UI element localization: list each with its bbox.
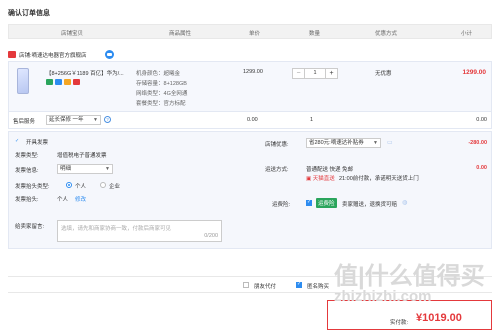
service-tag-icon bbox=[73, 79, 80, 85]
attr-color: 机身颜色：超曦金 bbox=[136, 71, 181, 77]
increase-button[interactable]: + bbox=[326, 69, 337, 78]
delivery-amount: 0.00 bbox=[476, 165, 487, 171]
invoice-edit-link[interactable]: 修改 bbox=[75, 195, 86, 203]
friend-pay-checkbox[interactable] bbox=[243, 282, 249, 288]
product-row: 【8+256G￥1189 百亿】华为/... 机身颜色：超曦金 存储容量：8+1… bbox=[8, 61, 492, 112]
invoice-header-value: 个人 bbox=[57, 197, 69, 203]
unit-price: 1299.00 bbox=[243, 69, 263, 75]
watermark-url: zhizhizhi.com bbox=[334, 288, 432, 305]
service-tag-icon bbox=[55, 79, 62, 85]
comment-icon[interactable]: ▭ bbox=[387, 139, 393, 146]
radio-company-label[interactable]: 企业 bbox=[109, 182, 120, 190]
invoice-content-select[interactable]: 明细 ▼ bbox=[57, 164, 113, 174]
attr-network: 网络类型：4G全网通 bbox=[136, 91, 188, 97]
message-label: 给卖家留言: bbox=[15, 224, 45, 230]
watermark-logo: 值|什么值得买 bbox=[334, 263, 485, 290]
delivery-note: 21:00前付款，承诺明天送货上门 bbox=[339, 176, 419, 182]
service-subtotal: 0.00 bbox=[476, 117, 487, 123]
friend-pay-label[interactable]: 朋友代付 bbox=[254, 282, 276, 290]
page-title: 确认订单信息 bbox=[8, 10, 50, 17]
invoice-content-label: 发票信息: bbox=[15, 168, 39, 174]
service-tag-icon bbox=[64, 79, 71, 85]
warranty-select[interactable]: 延长保修 一年 ▼ bbox=[46, 115, 101, 125]
invoice-header-label: 发票抬头: bbox=[15, 197, 39, 203]
chevron-down-icon: ▼ bbox=[105, 166, 110, 172]
decrease-button[interactable]: − bbox=[293, 69, 304, 78]
delivery-label: 运送方式: bbox=[265, 167, 289, 173]
invoice-type-value: 增值税电子普通发票 bbox=[57, 153, 107, 159]
shop-row: 店铺:嘀速达电器官方旗舰店 bbox=[8, 49, 492, 61]
service-price: 0.00 bbox=[247, 117, 258, 123]
attr-storage: 存储容量：8+128GB bbox=[136, 81, 187, 87]
anonymous-checkbox[interactable] bbox=[296, 281, 302, 288]
product-name[interactable]: 【8+256G￥1189 百亿】华为/... bbox=[46, 69, 131, 77]
header-quantity: 数量 bbox=[309, 31, 321, 37]
header-attributes: 商品属性 bbox=[169, 31, 192, 37]
insurance-label: 运费险: bbox=[272, 202, 291, 208]
order-table-header: 店铺宝贝 商品属性 单价 数量 优惠方式 小计 bbox=[8, 24, 492, 39]
tmall-shop-icon bbox=[8, 51, 16, 58]
attr-package: 套餐类型：官方标配 bbox=[136, 101, 186, 107]
service-tag-icon bbox=[46, 79, 53, 85]
invoice-toggle[interactable]: 开具发票 bbox=[26, 138, 48, 146]
insurance-badge: 运费险 bbox=[316, 198, 337, 208]
header-store-product: 店铺宝贝 bbox=[61, 31, 84, 37]
quantity-stepper: − 1 + bbox=[292, 68, 338, 79]
check-icon bbox=[306, 199, 312, 208]
delivery-method: 普通配送 快递 免邮 bbox=[306, 167, 354, 173]
after-sales-row: 售后服务 延长保修 一年 ▼ ? 0.00 1 0.00 bbox=[8, 112, 492, 129]
chevron-down-icon: ▼ bbox=[93, 117, 98, 123]
header-unit-price: 单价 bbox=[249, 31, 261, 37]
shop-name[interactable]: 店铺:嘀速达电器官方旗舰店 bbox=[19, 51, 87, 59]
order-options-panel: ✓ 开具发票 发票类型: 增值税电子普通发票 发票信息: 明细 ▼ 发票抬头类型:… bbox=[8, 131, 492, 249]
chat-icon[interactable] bbox=[105, 50, 114, 59]
help-icon[interactable]: ? bbox=[104, 116, 111, 123]
discount-method: 无优惠 bbox=[375, 71, 392, 77]
invoice-header-type-label: 发票抬头类型: bbox=[15, 184, 50, 190]
header-discount: 优惠方式 bbox=[375, 31, 398, 37]
header-subtotal: 小计 bbox=[461, 31, 473, 37]
tmall-direct-badge: ▣ 天猫直送 bbox=[306, 176, 335, 182]
store-discount-amount: -280.00 bbox=[468, 140, 487, 146]
product-thumbnail[interactable] bbox=[17, 68, 29, 94]
radio-personal-label[interactable]: 个人 bbox=[75, 182, 86, 190]
quantity-input[interactable]: 1 bbox=[304, 69, 326, 78]
service-qty: 1 bbox=[310, 117, 314, 123]
store-discount-select[interactable]: 省280元:嘀速达补贴券 ▼ bbox=[306, 138, 381, 148]
store-discount-label: 店铺优惠: bbox=[265, 142, 289, 148]
insurance-text: 卖家赠送，退换货可赔 bbox=[342, 202, 398, 208]
product-subtotal: 1299.00 bbox=[462, 69, 487, 76]
after-sales-label: 售后服务 bbox=[13, 119, 36, 125]
check-icon: ✓ bbox=[15, 138, 20, 144]
seller-message-input[interactable]: 选填，请先和商家协商一致，付款后商家可见 0/200 bbox=[57, 220, 222, 242]
chevron-down-icon: ▼ bbox=[373, 140, 378, 146]
radio-personal[interactable] bbox=[66, 182, 72, 188]
info-icon[interactable]: ◍ bbox=[402, 199, 407, 206]
radio-company[interactable] bbox=[100, 182, 106, 188]
watermark: 值|什么值得买 zhizhizhi.com bbox=[318, 256, 500, 332]
invoice-type-label: 发票类型: bbox=[15, 153, 39, 159]
message-counter: 0/200 bbox=[204, 233, 218, 239]
